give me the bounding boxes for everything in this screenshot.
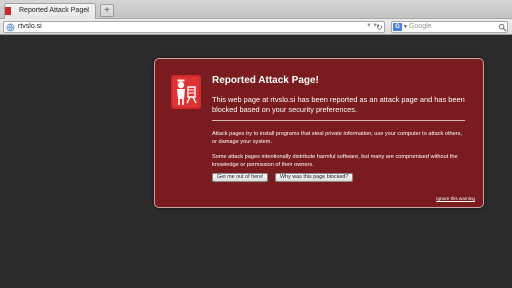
tab-title: Reported Attack Page! [19, 7, 90, 14]
search-bar[interactable]: G ▼ Google [391, 21, 508, 33]
url-text[interactable]: rtvslo.si [18, 23, 42, 30]
warning-favicon-icon [5, 7, 11, 15]
tab-strip: Reported Attack Page! × + [0, 0, 512, 19]
search-icon[interactable] [498, 23, 507, 32]
warning-explanation-2: Some attack pages intentionally distribu… [212, 154, 458, 168]
new-tab-button[interactable]: + [100, 4, 114, 17]
url-bar[interactable]: rtvslo.si ▼▼ ↻ [3, 21, 385, 33]
why-blocked-button[interactable]: Why was this page blocked? [275, 173, 354, 182]
tab-close-icon[interactable]: × [85, 6, 90, 15]
warning-title: Reported Attack Page! [212, 75, 319, 86]
google-engine-icon[interactable]: G [393, 23, 402, 31]
attack-warning-panel: Reported Attack Page! This web page at r… [154, 58, 484, 208]
reload-icon[interactable]: ↻ [376, 22, 383, 33]
warning-explanation-1: Attack pages try to install programs tha… [212, 131, 462, 145]
get-me-out-button[interactable]: Get me out of here! [212, 173, 269, 182]
nav-bar: rtvslo.si ▼▼ ↻ G ▼ Google [0, 19, 512, 35]
police-warning-icon [171, 75, 201, 109]
ignore-warning-link[interactable]: Ignore this warning [436, 196, 475, 201]
warning-lead-text: This web page at rtvslo.si has been repo… [212, 95, 465, 114]
tab-reported-attack[interactable]: Reported Attack Page! × [4, 3, 96, 19]
globe-icon [6, 23, 15, 32]
divider [212, 120, 465, 121]
search-input[interactable]: Google [409, 23, 432, 30]
engine-dropdown-icon[interactable]: ▼ [403, 24, 408, 30]
